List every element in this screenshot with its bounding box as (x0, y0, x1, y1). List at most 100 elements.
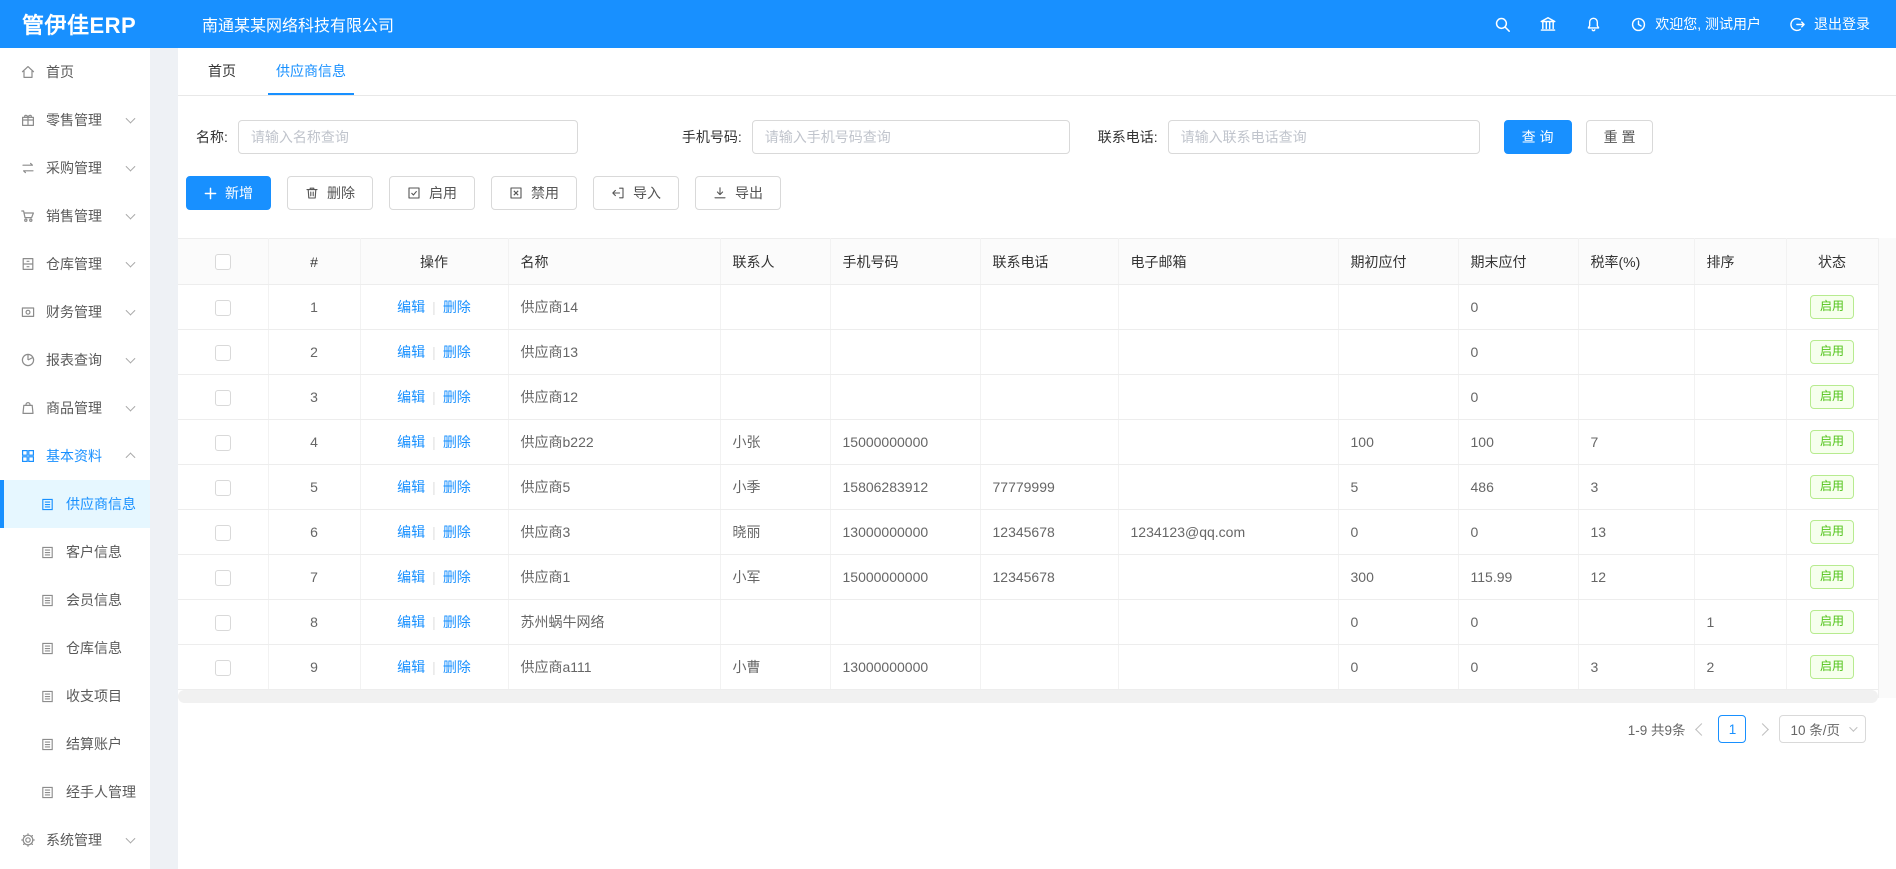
delete-link[interactable]: 删除 (443, 659, 471, 675)
row-index: 2 (268, 330, 360, 375)
name-filter-input[interactable] (238, 120, 578, 154)
row-checkbox[interactable] (215, 345, 231, 361)
cell-email (1118, 330, 1338, 375)
sidebar-item-label: 会员信息 (66, 590, 122, 610)
sidebar-subitem[interactable]: 供应商信息 (0, 480, 150, 528)
edit-link[interactable]: 编辑 (397, 659, 425, 675)
mobile-filter-input[interactable] (752, 120, 1070, 154)
cell-email (1118, 600, 1338, 645)
tab-0[interactable]: 首页 (192, 47, 252, 95)
search-button[interactable]: 查 询 (1504, 120, 1572, 154)
status-badge: 启用 (1810, 475, 1854, 499)
toolbar-button-4[interactable]: 导入 (593, 176, 679, 210)
edit-link[interactable]: 编辑 (397, 614, 425, 630)
purchase-icon (20, 160, 36, 176)
row-checkbox[interactable] (215, 525, 231, 541)
sidebar-item[interactable]: 基本资料 (0, 432, 150, 480)
cart-icon (20, 208, 36, 224)
sidebar-item-label: 供应商信息 (66, 494, 136, 514)
horizontal-scrollbar[interactable] (178, 690, 1878, 703)
cell-name: 供应商3 (508, 510, 720, 555)
sidebar-item[interactable]: 仓库管理 (0, 240, 150, 288)
bank-icon[interactable] (1539, 15, 1557, 33)
row-checkbox[interactable] (215, 615, 231, 631)
cell-tax-rate: 12 (1578, 555, 1694, 600)
row-index: 3 (268, 375, 360, 420)
sidebar-item-label: 收支项目 (66, 686, 122, 706)
delete-link[interactable]: 删除 (443, 434, 471, 450)
bell-icon[interactable] (1585, 16, 1602, 33)
tab-1[interactable]: 供应商信息 (260, 47, 362, 95)
operations-separator: | (432, 659, 436, 675)
sidebar-subitem[interactable]: 收支项目 (0, 672, 150, 720)
edit-link[interactable]: 编辑 (397, 479, 425, 495)
edit-link[interactable]: 编辑 (397, 434, 425, 450)
row-checkbox[interactable] (215, 435, 231, 451)
cell-closing-payable: 100 (1458, 420, 1578, 465)
toolbar-button-2[interactable]: 启用 (389, 176, 475, 210)
finance-icon (20, 304, 36, 320)
row-checkbox[interactable] (215, 480, 231, 496)
toolbar-button-5[interactable]: 导出 (695, 176, 781, 210)
edit-link[interactable]: 编辑 (397, 344, 425, 360)
next-page-icon[interactable] (1757, 723, 1770, 736)
operations-separator: | (432, 299, 436, 315)
x-square-icon (509, 186, 523, 200)
edit-link[interactable]: 编辑 (397, 299, 425, 315)
supplier-table-wrap: # 操作 名称 联系人 手机号码 联系电话 电子邮箱 期初应付 期末应付 税率(… (178, 238, 1896, 703)
delete-link[interactable]: 删除 (443, 479, 471, 495)
sidebar-subitem[interactable]: 客户信息 (0, 528, 150, 576)
sidebar-subitem[interactable]: 结算账户 (0, 720, 150, 768)
reset-button[interactable]: 重 置 (1586, 120, 1654, 154)
status-badge: 启用 (1810, 520, 1854, 544)
prev-page-icon[interactable] (1696, 723, 1709, 736)
sidebar-item[interactable]: 零售管理 (0, 96, 150, 144)
cell-mobile (830, 600, 980, 645)
sidebar-subitem[interactable]: 经手人管理 (0, 768, 150, 816)
sidebar-item[interactable]: 首页 (0, 48, 150, 96)
toolbar-button-0[interactable]: 新增 (186, 176, 271, 210)
phone-filter-input[interactable] (1168, 120, 1480, 154)
retail-icon (20, 112, 36, 128)
delete-link[interactable]: 删除 (443, 524, 471, 540)
sidebar-item[interactable]: 财务管理 (0, 288, 150, 336)
user-welcome[interactable]: 欢迎您, 测试用户 (1630, 14, 1761, 34)
toolbar-button-1[interactable]: 删除 (287, 176, 373, 210)
search-icon[interactable] (1494, 16, 1511, 33)
row-checkbox[interactable] (215, 390, 231, 406)
delete-link[interactable]: 删除 (443, 389, 471, 405)
sidebar-item[interactable]: 采购管理 (0, 144, 150, 192)
logout-button[interactable]: 退出登录 (1789, 14, 1870, 34)
sidebar-subitem[interactable]: 仓库信息 (0, 624, 150, 672)
sidebar-item-label: 采购管理 (46, 158, 102, 178)
delete-link[interactable]: 删除 (443, 614, 471, 630)
delete-link[interactable]: 删除 (443, 569, 471, 585)
status-badge: 启用 (1810, 655, 1854, 679)
status-badge: 启用 (1810, 385, 1854, 409)
cell-phone (980, 285, 1118, 330)
row-checkbox[interactable] (215, 300, 231, 316)
sidebar-item[interactable]: 销售管理 (0, 192, 150, 240)
sidebar-item[interactable]: 商品管理 (0, 384, 150, 432)
toolbar-button-label: 新增 (225, 183, 253, 203)
row-index: 4 (268, 420, 360, 465)
delete-link[interactable]: 删除 (443, 299, 471, 315)
delete-link[interactable]: 删除 (443, 344, 471, 360)
chevron-down-icon (126, 162, 136, 172)
row-checkbox[interactable] (215, 570, 231, 586)
row-checkbox[interactable] (215, 660, 231, 676)
edit-link[interactable]: 编辑 (397, 389, 425, 405)
cell-phone (980, 645, 1118, 690)
vertical-scrollbar[interactable] (1878, 238, 1896, 698)
page-number[interactable]: 1 (1718, 715, 1746, 743)
sidebar-item[interactable]: 报表查询 (0, 336, 150, 384)
select-all-checkbox[interactable] (215, 254, 231, 270)
edit-link[interactable]: 编辑 (397, 524, 425, 540)
chevron-down-icon (126, 210, 136, 220)
edit-link[interactable]: 编辑 (397, 569, 425, 585)
chevron-down-icon (126, 402, 136, 412)
sidebar-subitem[interactable]: 会员信息 (0, 576, 150, 624)
toolbar-button-3[interactable]: 禁用 (491, 176, 577, 210)
sidebar-item[interactable]: 系统管理 (0, 816, 150, 864)
page-size-select[interactable]: 10 条/页 (1779, 715, 1866, 743)
